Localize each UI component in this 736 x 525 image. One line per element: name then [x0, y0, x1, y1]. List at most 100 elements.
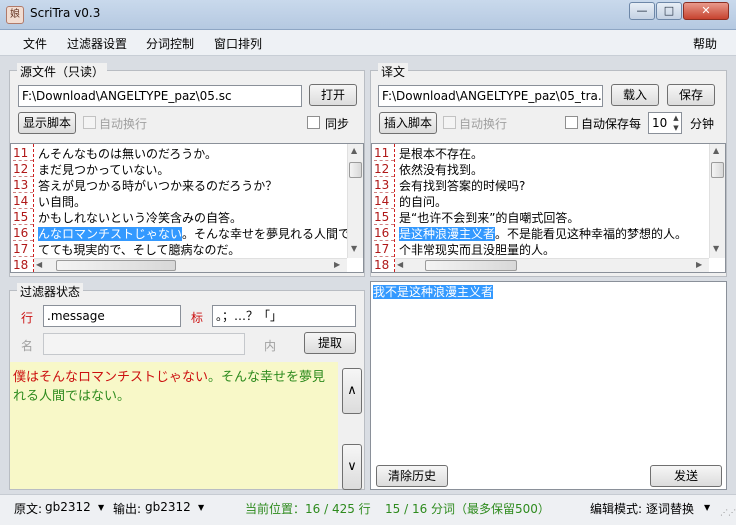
source-wrap-label: 自动换行: [99, 117, 148, 131]
menu-help[interactable]: 帮助: [693, 35, 717, 52]
scroll-left-icon[interactable]: ◀: [397, 260, 403, 269]
source-line: んそんなものは無いのだろうか。: [38, 147, 218, 161]
output-encoding-label: 输出:: [113, 502, 142, 516]
extract-button[interactable]: 提取: [304, 332, 356, 354]
send-button[interactable]: 发送: [650, 465, 722, 487]
minimize-button[interactable]: —: [629, 2, 655, 20]
resize-grip-icon[interactable]: ⋰⋰: [720, 509, 736, 522]
translation-wrap-label: 自动换行: [459, 117, 508, 131]
menu-tokenize-control[interactable]: 分词控制: [146, 35, 194, 52]
scroll-thumb[interactable]: [711, 162, 724, 178]
line-number: 12: [13, 162, 33, 177]
clear-history-button[interactable]: 清除历史: [376, 465, 448, 487]
menu-window-arrange[interactable]: 窗口排列: [214, 35, 262, 52]
open-button[interactable]: 打开: [309, 84, 357, 106]
scroll-up-button[interactable]: ∧: [342, 368, 362, 414]
translation-editor[interactable]: 11 12 13 14 15 16 17 18 是根本不存在。 依然没有找到。 …: [371, 143, 726, 273]
maximize-button[interactable]: □: [656, 2, 682, 20]
line-number: 16: [13, 226, 33, 241]
line-number: 17: [13, 242, 33, 257]
translation-selection: 是这种浪漫主义者: [399, 227, 496, 241]
menu-filter-settings[interactable]: 过滤器设置: [67, 35, 127, 52]
filter-panel-title: 过滤器状态: [17, 283, 84, 300]
line-number: 13: [374, 178, 394, 193]
source-line: まだ見つかっていない。: [38, 163, 170, 177]
mark-filter-input[interactable]: 。；…？「」: [212, 305, 356, 327]
window-title: ScriTra v0.3: [30, 6, 101, 20]
source-line: てても現実的で、そして臆病なのだ。: [38, 243, 241, 257]
history-selection: 我不是这种浪漫主义者: [373, 285, 494, 299]
source-horizontal-scrollbar[interactable]: ◀ ▶: [34, 258, 347, 272]
row-filter-input[interactable]: .message: [43, 305, 181, 327]
show-script-button[interactable]: 显示脚本: [18, 112, 76, 134]
translation-line-current: 是这种浪漫主义者。不是能看见这种幸福的梦想的人。: [399, 226, 709, 242]
source-vertical-scrollbar[interactable]: ▲ ▼: [347, 144, 363, 258]
translation-line: 依然没有找到。: [399, 163, 484, 177]
inner-filter-label: 内: [264, 339, 277, 353]
scroll-left-icon[interactable]: ◀: [36, 260, 42, 269]
line-number: 14: [13, 194, 33, 209]
scroll-right-icon[interactable]: ▶: [334, 260, 340, 269]
history-panel[interactable]: [370, 281, 727, 490]
translation-horizontal-scrollbar[interactable]: ◀ ▶: [395, 258, 709, 272]
scroll-right-icon[interactable]: ▶: [696, 260, 702, 269]
chevron-down-icon[interactable]: ▼: [98, 503, 104, 512]
line-number: 12: [374, 162, 394, 177]
mark-filter-label: 标: [191, 311, 204, 325]
edit-mode-label: 编辑模式:: [590, 502, 643, 516]
source-encoding-label: 原文:: [14, 502, 43, 516]
autosave-checkbox[interactable]: [565, 116, 578, 129]
translation-wrap-checkbox[interactable]: [443, 116, 456, 129]
chevron-down-icon[interactable]: ▼: [198, 503, 204, 512]
source-line: 答えが見つかる時がいつか来るのだろうか？: [38, 179, 278, 193]
title-bar: [0, 0, 736, 30]
line-number: 11: [374, 146, 394, 161]
autosave-spinner-icon[interactable]: ▲ ▼: [670, 113, 682, 133]
source-wrap-checkbox[interactable]: [83, 116, 96, 129]
sync-checkbox[interactable]: [307, 116, 320, 129]
name-filter-input[interactable]: [43, 333, 245, 355]
menu-file[interactable]: 文件: [23, 35, 47, 52]
app-icon: 娘: [6, 6, 24, 24]
scroll-down-icon[interactable]: ▼: [351, 244, 357, 253]
source-path-field[interactable]: F:\Download\ANGELTYPE_paz\05.sc: [18, 85, 302, 107]
translation-path-field[interactable]: F:\Download\ANGELTYPE_paz\05_tra.t:: [378, 85, 603, 107]
scroll-thumb[interactable]: [56, 260, 176, 271]
scroll-down-button[interactable]: ∨: [342, 444, 362, 490]
translation-line: 是“也许不会到来”的自嘲式回答。: [399, 211, 580, 225]
scroll-down-icon[interactable]: ▼: [713, 244, 719, 253]
preview-text: 僕はそんなロマンチストじゃない。そんな幸せを夢見れる人間ではない。: [13, 368, 335, 406]
scroll-up-icon[interactable]: ▲: [713, 146, 719, 155]
sync-label: 同步: [325, 117, 350, 131]
translation-panel-title: 译文: [378, 63, 409, 80]
scroll-thumb[interactable]: [349, 162, 362, 178]
autosave-label: 自动保存每: [581, 117, 642, 131]
line-number: 15: [374, 210, 394, 225]
current-position: 当前位置：16 / 425 行: [245, 502, 371, 516]
source-line: かもしれないという冷笑含みの自答。: [38, 211, 243, 225]
scroll-thumb[interactable]: [425, 260, 517, 271]
name-filter-label: 名: [21, 339, 34, 353]
translation-line-rest: 。不是能看见这种幸福的梦想的人。: [495, 227, 688, 241]
source-selection: んなロマンチストじゃない: [38, 227, 183, 241]
insert-script-button[interactable]: 插入脚本: [379, 112, 437, 134]
load-button[interactable]: 载入: [611, 84, 659, 106]
line-number: 15: [13, 210, 33, 225]
source-editor[interactable]: 11 12 13 14 15 16 17 18 んそんなものは無いのだろうか。 …: [10, 143, 364, 273]
source-encoding-select[interactable]: gb2312: [45, 500, 91, 514]
minutes-label: 分钟: [690, 117, 715, 131]
translation-line: 是根本不存在。: [399, 147, 484, 161]
chevron-down-icon[interactable]: ▼: [704, 503, 710, 512]
output-encoding-select[interactable]: gb2312: [145, 500, 191, 514]
line-number: 13: [13, 178, 33, 193]
close-button[interactable]: ✕: [683, 2, 729, 20]
line-number: 11: [13, 146, 33, 161]
save-button[interactable]: 保存: [667, 84, 715, 106]
token-count: 15 / 16 分词（最多保留500）: [385, 502, 550, 516]
source-panel-title: 源文件（只读）: [17, 63, 108, 80]
line-number: 17: [374, 242, 394, 257]
translation-line: 的自问。: [399, 195, 448, 209]
edit-mode-select[interactable]: 逐词替换: [646, 500, 694, 517]
translation-vertical-scrollbar[interactable]: ▲ ▼: [709, 144, 725, 258]
scroll-up-icon[interactable]: ▲: [351, 146, 357, 155]
